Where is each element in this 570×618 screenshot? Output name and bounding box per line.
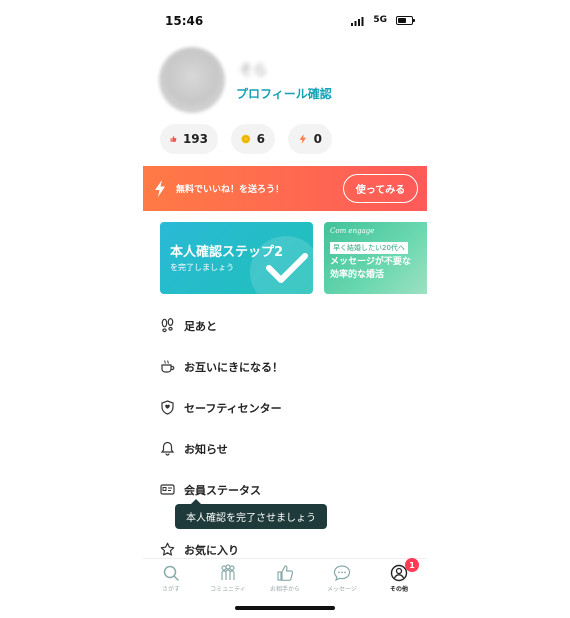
tab-bar: さがす コミュニティ お相手から メッセージ その他 bbox=[143, 558, 427, 599]
footprints-icon bbox=[161, 318, 174, 333]
verify-card-subtitle: を完了しましょう bbox=[170, 263, 234, 272]
search-icon bbox=[163, 565, 179, 581]
boosts-stat[interactable]: 0 bbox=[288, 124, 332, 154]
tab-label: コミュニティ bbox=[210, 586, 246, 593]
lightning-icon bbox=[299, 134, 307, 144]
bell-icon bbox=[160, 441, 175, 456]
try-button[interactable]: 使ってみる bbox=[343, 174, 418, 203]
thumbs-up-icon bbox=[277, 565, 294, 581]
tab-label: お相手から bbox=[269, 586, 300, 593]
menu-item-footprints[interactable]: 足あと bbox=[143, 307, 427, 345]
coffee-cup-icon bbox=[161, 360, 175, 373]
notification-badge: 1 bbox=[405, 558, 419, 572]
menu-item-mutual-interest[interactable]: お互いにきになる！ bbox=[143, 348, 427, 386]
engage-tag: 早く結婚したい20代へ bbox=[330, 242, 408, 254]
engage-line-2: 効率的な婚活 bbox=[330, 270, 385, 280]
shield-icon bbox=[161, 400, 174, 415]
battery-icon bbox=[396, 16, 415, 25]
menu-label: お互いにきになる！ bbox=[184, 361, 283, 374]
tab-likes-received[interactable]: お相手から bbox=[257, 562, 313, 598]
coins-count: 6 bbox=[256, 132, 265, 146]
boosts-count: 0 bbox=[313, 132, 322, 146]
tab-messages[interactable]: メッセージ bbox=[314, 562, 370, 598]
message-icon bbox=[333, 565, 351, 582]
star-icon bbox=[160, 542, 175, 556]
engage-brand-logo: Com engage bbox=[330, 227, 375, 235]
menu-label: 会員ステータス bbox=[184, 484, 261, 497]
profile-confirm-link[interactable]: プロフィール確認 bbox=[236, 85, 332, 102]
avatar[interactable] bbox=[159, 47, 225, 113]
menu-item-notifications[interactable]: お知らせ bbox=[143, 430, 427, 468]
tab-other[interactable]: その他 bbox=[371, 562, 427, 598]
status-time: 15:46 bbox=[165, 14, 204, 28]
home-indicator[interactable] bbox=[235, 606, 335, 610]
signal-icon bbox=[351, 17, 364, 26]
thumbs-up-icon bbox=[170, 136, 177, 142]
menu-item-safety-center[interactable]: セーフティセンター bbox=[143, 389, 427, 427]
status-bar: 15:46 5G bbox=[143, 0, 427, 40]
menu-label: セーフティセンター bbox=[184, 402, 282, 415]
likes-stat[interactable]: 193 bbox=[160, 124, 218, 154]
verify-card-title: 本人確認ステップ2 bbox=[170, 245, 284, 260]
coins-stat[interactable]: 6 bbox=[231, 124, 275, 154]
tab-label: さがす bbox=[161, 586, 180, 593]
tab-label: その他 bbox=[389, 586, 408, 593]
tab-label: メッセージ bbox=[327, 586, 357, 593]
phone-screen: 15:46 5G そら プロフィール確認 193 6 0 無料でいいね！を送ろう… bbox=[143, 0, 427, 618]
engage-copy: メッセージが不要な 効率的な婚活 bbox=[330, 256, 411, 282]
menu-label: お知らせ bbox=[184, 443, 228, 456]
verify-tooltip: 本人確認を完了させましょう bbox=[175, 499, 327, 529]
lightning-icon bbox=[155, 180, 165, 197]
promo-text: 無料でいいね！を送ろう！ bbox=[176, 185, 285, 195]
likes-count: 193 bbox=[182, 132, 208, 146]
tab-search[interactable]: さがす bbox=[143, 562, 199, 598]
engage-line-1: メッセージが不要な bbox=[330, 257, 411, 267]
username: そら bbox=[239, 63, 267, 79]
menu-label: お気に入り bbox=[184, 544, 239, 557]
free-like-banner: 無料でいいね！を送ろう！ 使ってみる bbox=[143, 166, 427, 211]
community-icon bbox=[221, 564, 235, 580]
menu-label: 足あと bbox=[184, 320, 217, 333]
id-card-icon bbox=[160, 484, 175, 495]
tab-community[interactable]: コミュニティ bbox=[200, 562, 256, 598]
coin-icon bbox=[241, 134, 251, 144]
network-label: 5G bbox=[373, 15, 387, 25]
verify-step-card[interactable]: 本人確認ステップ2 を完了しましょう bbox=[160, 222, 313, 294]
engage-ad-card[interactable]: Com engage 早く結婚したい20代へ メッセージが不要な 効率的な婚活 bbox=[324, 222, 427, 294]
